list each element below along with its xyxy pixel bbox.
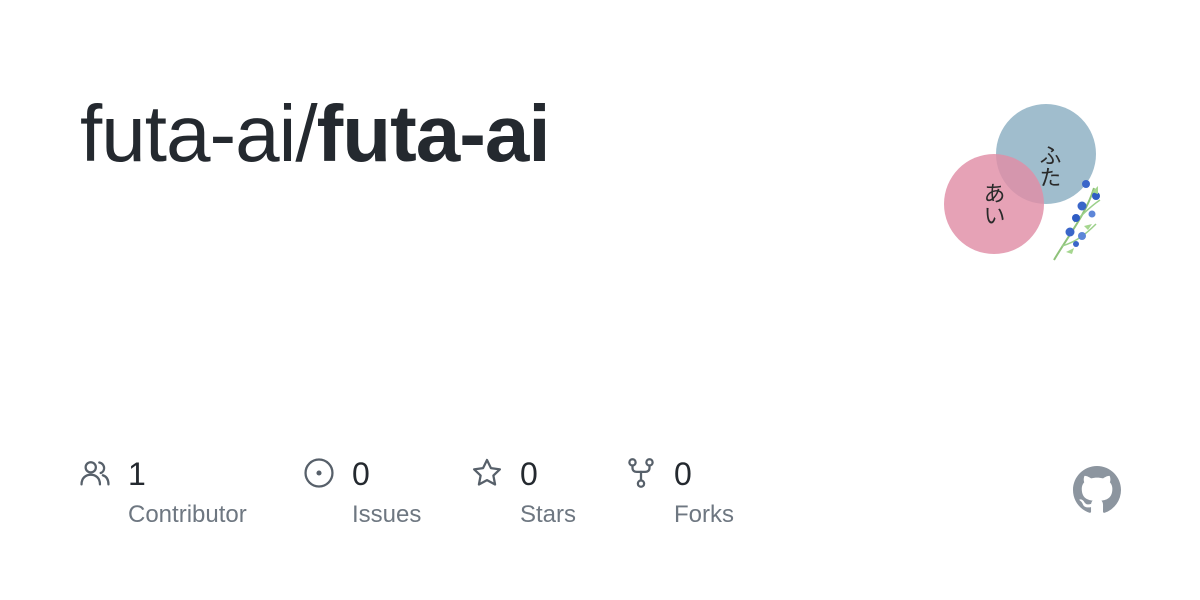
- repo-name[interactable]: futa-ai: [317, 89, 551, 178]
- star-icon: [470, 456, 504, 490]
- stars-count: 0: [520, 456, 538, 492]
- repo-forked-icon: [624, 456, 658, 490]
- repo-title: futa-ai/futa-ai: [80, 86, 551, 182]
- issue-opened-icon: [302, 456, 336, 490]
- repo-separator: /: [295, 89, 317, 178]
- forks-label: Forks: [674, 501, 734, 528]
- avatar-bottom-text: あい: [980, 182, 1005, 226]
- github-mark-icon[interactable]: [1073, 466, 1121, 514]
- forks-count: 0: [674, 456, 692, 492]
- issues-count: 0: [352, 456, 370, 492]
- repo-owner[interactable]: futa-ai: [80, 89, 296, 178]
- contributors-label: Contributor: [128, 501, 247, 528]
- contributors-count: 1: [128, 456, 146, 492]
- avatar-top-text: ふた: [1036, 144, 1061, 188]
- repo-avatar: ふた あい: [944, 104, 1101, 261]
- stars-label: Stars: [520, 501, 577, 528]
- issues-label: Issues: [352, 501, 422, 528]
- people-icon: [78, 456, 112, 490]
